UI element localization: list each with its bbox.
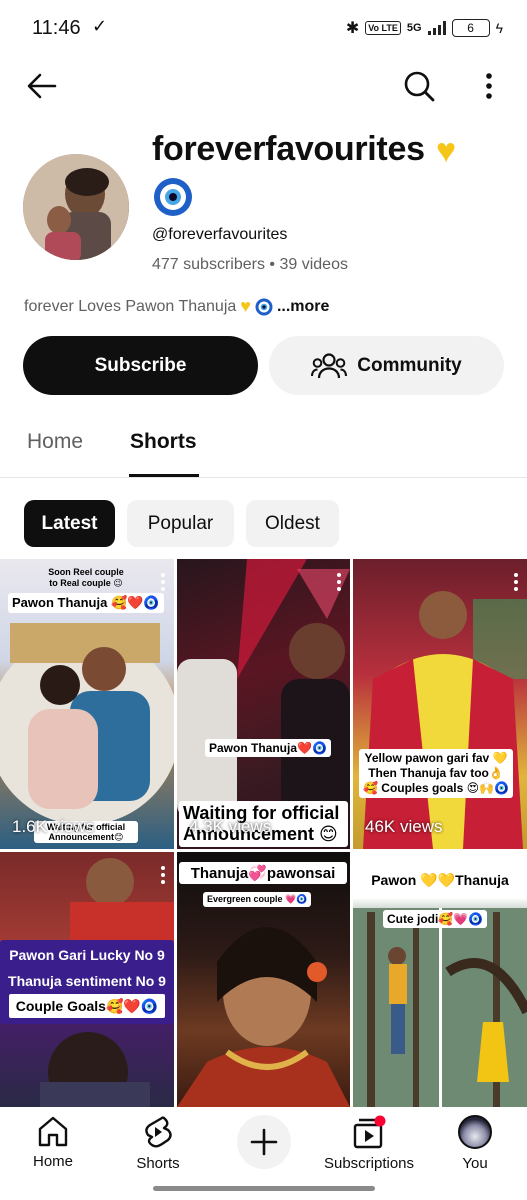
nav-you[interactable]: You	[430, 1115, 520, 1172]
back-button[interactable]	[22, 66, 62, 106]
caption-line: Pawon Gari Lucky No 9	[9, 947, 165, 963]
charging-icon: ϟ	[495, 20, 503, 36]
community-icon	[311, 352, 348, 378]
filter-chip-popular[interactable]: Popular	[127, 500, 234, 547]
arrow-left-icon	[27, 73, 57, 99]
top-app-bar	[0, 56, 527, 116]
short-more-button[interactable]	[513, 573, 519, 593]
bluetooth-icon: ✱	[345, 20, 360, 37]
nav-label: Shorts	[136, 1155, 180, 1172]
network-label: 5G	[406, 22, 422, 34]
short-thumbnail[interactable]: Soon Reel couple to Real couple 😉 Pawon …	[0, 559, 174, 849]
signal-icon	[427, 21, 446, 35]
yellow-heart-icon: ♥	[436, 132, 457, 170]
short-view-count: 46K views	[365, 817, 443, 836]
short-thumbnail[interactable]: Pawon 💛💛Thanuja Cute jodi🥰💗🧿	[353, 852, 527, 1107]
channel-name: foreverfavourites	[152, 130, 425, 168]
short-caption-small: Cute jodi🥰💗🧿	[383, 910, 488, 928]
search-icon	[404, 71, 435, 102]
short-caption: Pawon Thanuja❤️🧿	[205, 739, 331, 757]
short-more-button[interactable]	[160, 573, 166, 593]
channel-avatar[interactable]	[23, 154, 129, 260]
short-thumbnail[interactable]: Pawon Gari Lucky No 9 Thanuja sentiment …	[0, 852, 174, 1107]
channel-stats: 477 subscribers • 39 videos	[152, 256, 348, 274]
filter-chip-oldest[interactable]: Oldest	[246, 500, 339, 547]
short-caption: Yellow pawon gari fav 💛 Then Thanuja fav…	[359, 749, 513, 798]
nav-shorts[interactable]: Shorts	[113, 1115, 203, 1172]
short-view-count: 1.6K views	[12, 817, 95, 836]
more-vert-icon	[486, 73, 492, 99]
nav-label: Subscriptions	[323, 1155, 415, 1172]
short-caption: Thanuja💞pawonsai	[179, 862, 347, 884]
short-caption: Pawon Thanuja 🥰❤️🧿	[8, 593, 164, 613]
gesture-bar	[153, 1186, 375, 1191]
download-done-icon: ✓	[92, 16, 108, 36]
short-view-count: 4.3K views	[189, 817, 272, 836]
search-button[interactable]	[399, 66, 439, 106]
shorts-grid: Soon Reel couple to Real couple 😉 Pawon …	[0, 559, 527, 1107]
nav-label: Home	[32, 1153, 73, 1170]
shorts-icon	[145, 1116, 172, 1148]
account-avatar	[458, 1115, 492, 1149]
channel-description[interactable]: forever Loves Pawon Thanuja ♥ ...more	[24, 296, 329, 317]
short-thumbnail[interactable]: Yellow pawon gari fav 💛 Then Thanuja fav…	[353, 559, 527, 849]
caption-line: Couple Goals🥰❤️🧿	[9, 994, 165, 1018]
tab-home[interactable]: Home	[27, 430, 83, 454]
short-caption-small: Soon Reel couple to Real couple 😉	[48, 567, 124, 588]
thumbnail-image	[363, 591, 527, 849]
status-time: 11:46	[32, 17, 81, 39]
more-options-button[interactable]	[469, 66, 509, 106]
short-caption: Pawon Gari Lucky No 9 Thanuja sentiment …	[0, 940, 174, 1024]
battery-icon: 6	[451, 19, 490, 37]
short-more-button[interactable]	[160, 866, 166, 886]
yellow-heart-icon: ♥	[240, 296, 251, 316]
filter-chip-latest[interactable]: Latest	[24, 500, 115, 547]
short-thumbnail[interactable]: Thanuja💞pawonsai Evergreen couple 💗🧿	[177, 852, 350, 1107]
home-icon	[38, 1116, 68, 1147]
short-caption-small: Evergreen couple 💗🧿	[203, 892, 312, 907]
subscriptions-icon	[353, 1115, 386, 1149]
nav-home[interactable]: Home	[8, 1115, 98, 1170]
battery-level: 6	[467, 21, 474, 35]
short-caption: Pawon 💛💛Thanuja	[357, 870, 523, 891]
community-label: Community	[357, 354, 462, 376]
avatar-photo	[23, 154, 129, 260]
video-count: 39 videos	[279, 256, 348, 273]
nav-create[interactable]	[219, 1115, 309, 1169]
nazar-amulet-icon	[255, 298, 273, 315]
channel-handle: @foreverfavourites	[152, 226, 288, 243]
nav-subscriptions[interactable]: Subscriptions	[324, 1115, 414, 1172]
short-thumbnail[interactable]: Pawon Thanuja❤️🧿 Waiting for official An…	[177, 559, 350, 849]
community-button[interactable]: Community	[269, 336, 504, 395]
active-tab-indicator	[129, 474, 199, 477]
nazar-amulet-icon	[154, 178, 192, 216]
subscriber-count: 477 subscribers	[152, 256, 265, 273]
description-text: forever Loves Pawon Thanuja	[24, 297, 237, 315]
subscribe-button[interactable]: Subscribe	[23, 336, 258, 395]
plus-icon	[250, 1128, 278, 1156]
caption-line: Thanuja sentiment No 9	[8, 973, 166, 989]
stats-separator: •	[269, 256, 276, 273]
volte-badge: Vo LTE	[365, 21, 401, 35]
nav-label: You	[462, 1155, 488, 1172]
thumbnail-image	[177, 927, 350, 1107]
tab-shorts[interactable]: Shorts	[130, 430, 197, 454]
create-button[interactable]	[237, 1115, 291, 1169]
status-icons: ✱ Vo LTE 5G 6 ϟ	[346, 18, 503, 38]
description-more-link[interactable]: ...more	[277, 298, 329, 316]
short-more-button[interactable]	[336, 573, 342, 593]
status-bar: 11:46 ✓ ✱ Vo LTE 5G 6 ϟ	[0, 0, 527, 56]
channel-tabs: Home Shorts	[0, 414, 527, 478]
